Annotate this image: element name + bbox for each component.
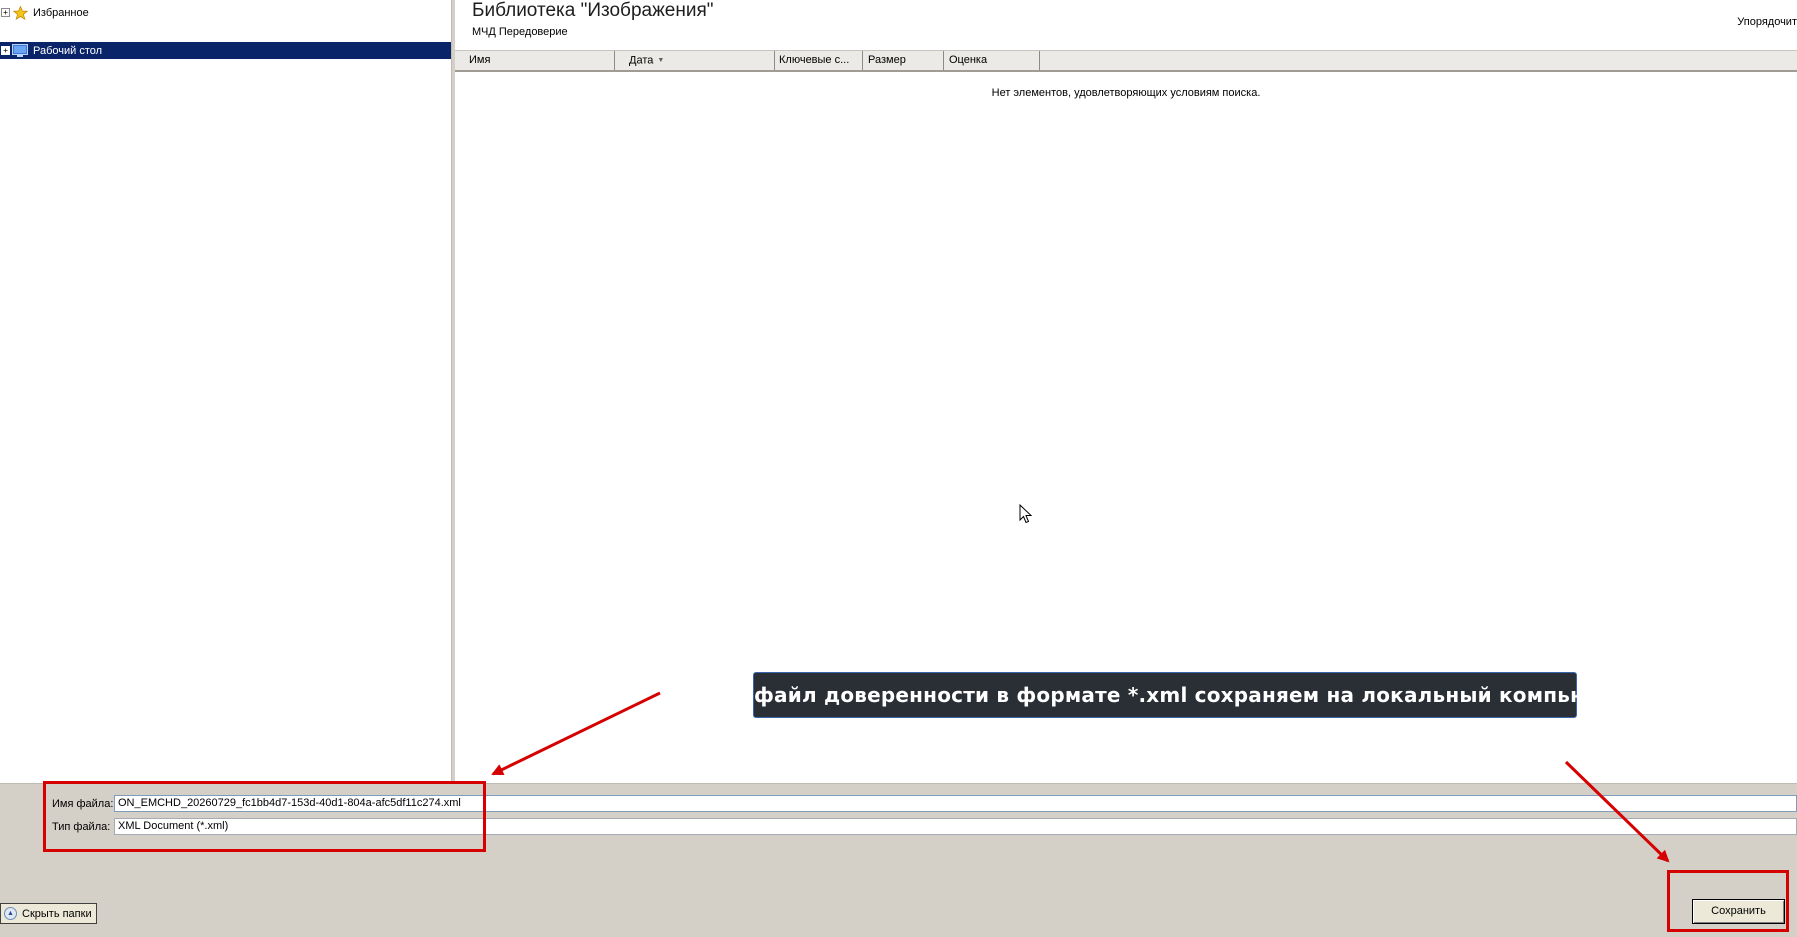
hide-folders-button[interactable]: ▲ Скрыть папки [0,903,97,924]
column-header-name[interactable]: Имя [455,51,615,70]
library-content-pane: Библиотека "Изображения" МЧД Передоверие… [455,0,1797,783]
column-header-date[interactable]: Дата ▼ [615,51,775,70]
navigation-pane: + Избранное + Рабочий стол [0,0,451,783]
save-highlight-box [1667,870,1789,932]
column-header-rating[interactable]: Оценка [944,51,1040,70]
hide-folders-label: Скрыть папки [22,907,92,920]
column-label: Дата [629,54,654,67]
nav-item-favorites[interactable]: + Избранное [0,4,89,21]
library-subtitle: МЧД Передоверие [472,26,568,38]
column-label: Размер [868,54,906,66]
column-header-bar: Имя Дата ▼ Ключевые с... Размер Оценка [455,50,1797,72]
chevron-up-icon: ▲ [4,907,17,920]
column-header-tags[interactable]: Ключевые с... [775,51,863,70]
column-label: Оценка [949,54,988,66]
column-label: Ключевые с... [779,54,850,66]
empty-results-message: Нет элементов, удовлетворяющих условиям … [991,87,1261,99]
expand-icon[interactable]: + [1,46,10,55]
nav-item-desktop[interactable]: + Рабочий стол [0,42,451,59]
library-title: Библиотека "Изображения" [472,0,714,21]
sort-descending-icon: ▼ [657,57,665,64]
column-label: Имя [469,54,491,66]
star-icon [12,5,28,20]
nav-item-label: Избранное [33,6,89,19]
filename-highlight-box [43,781,486,852]
nav-item-label: Рабочий стол [33,44,103,57]
arrange-by-dropdown[interactable]: Упорядочит [1737,16,1797,28]
column-header-size[interactable]: Размер [863,51,944,70]
instruction-callout: файл доверенности в формате *.xml сохран… [753,672,1630,718]
desktop-icon [12,44,28,58]
expand-icon[interactable]: + [1,8,10,17]
mouse-pointer-icon [1019,503,1033,527]
